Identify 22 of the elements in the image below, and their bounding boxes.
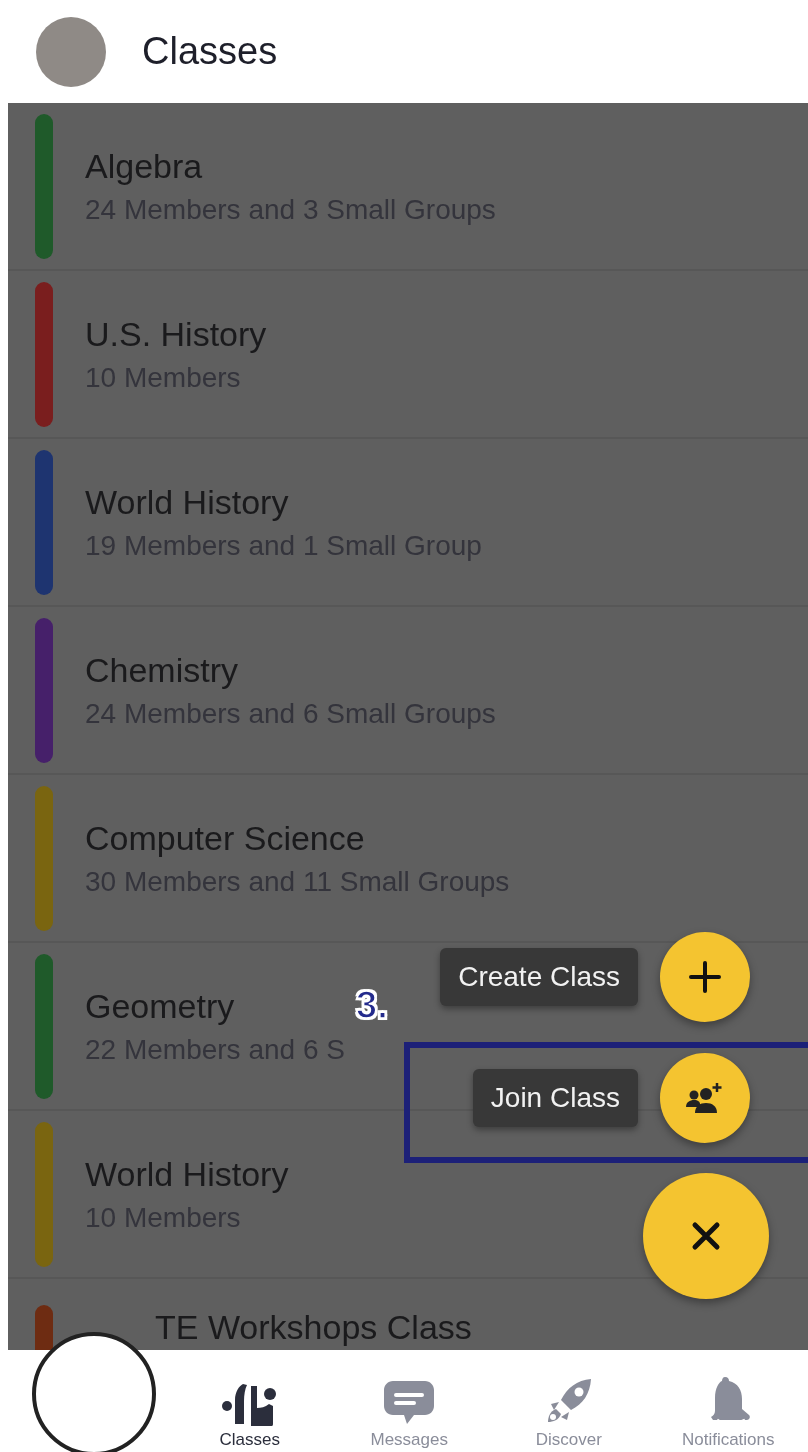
fab-action-label[interactable]: Create Class bbox=[440, 948, 638, 1006]
add-people-icon bbox=[685, 1081, 725, 1115]
class-name: World History bbox=[85, 482, 289, 522]
chat-bubble-icon bbox=[383, 1380, 436, 1426]
page-title: Classes bbox=[142, 30, 278, 73]
step-number-annotation: 3. bbox=[356, 984, 388, 1027]
nav-tab[interactable]: Discover bbox=[489, 1378, 649, 1452]
plus-icon bbox=[688, 960, 722, 994]
fab-action-label[interactable]: Join Class bbox=[472, 1069, 638, 1127]
class-name: Chemistry bbox=[85, 650, 239, 690]
class-name: Computer Science bbox=[85, 818, 365, 858]
class-name: Algebra bbox=[85, 146, 203, 186]
class-name: Geometry bbox=[85, 986, 235, 1026]
class-name: World History bbox=[85, 1154, 289, 1194]
close-icon bbox=[691, 1221, 721, 1251]
class-name: TE Workshops Class bbox=[155, 1308, 472, 1347]
class-name: U.S. History bbox=[85, 314, 267, 354]
classes-icon bbox=[220, 1382, 279, 1426]
nav-tab[interactable]: Notifications bbox=[648, 1376, 808, 1452]
nav-tab[interactable]: Classes bbox=[170, 1382, 330, 1452]
class-list-item[interactable]: TE Workshops Class bbox=[8, 1279, 808, 1350]
nav-tab[interactable]: Messages bbox=[329, 1380, 489, 1452]
